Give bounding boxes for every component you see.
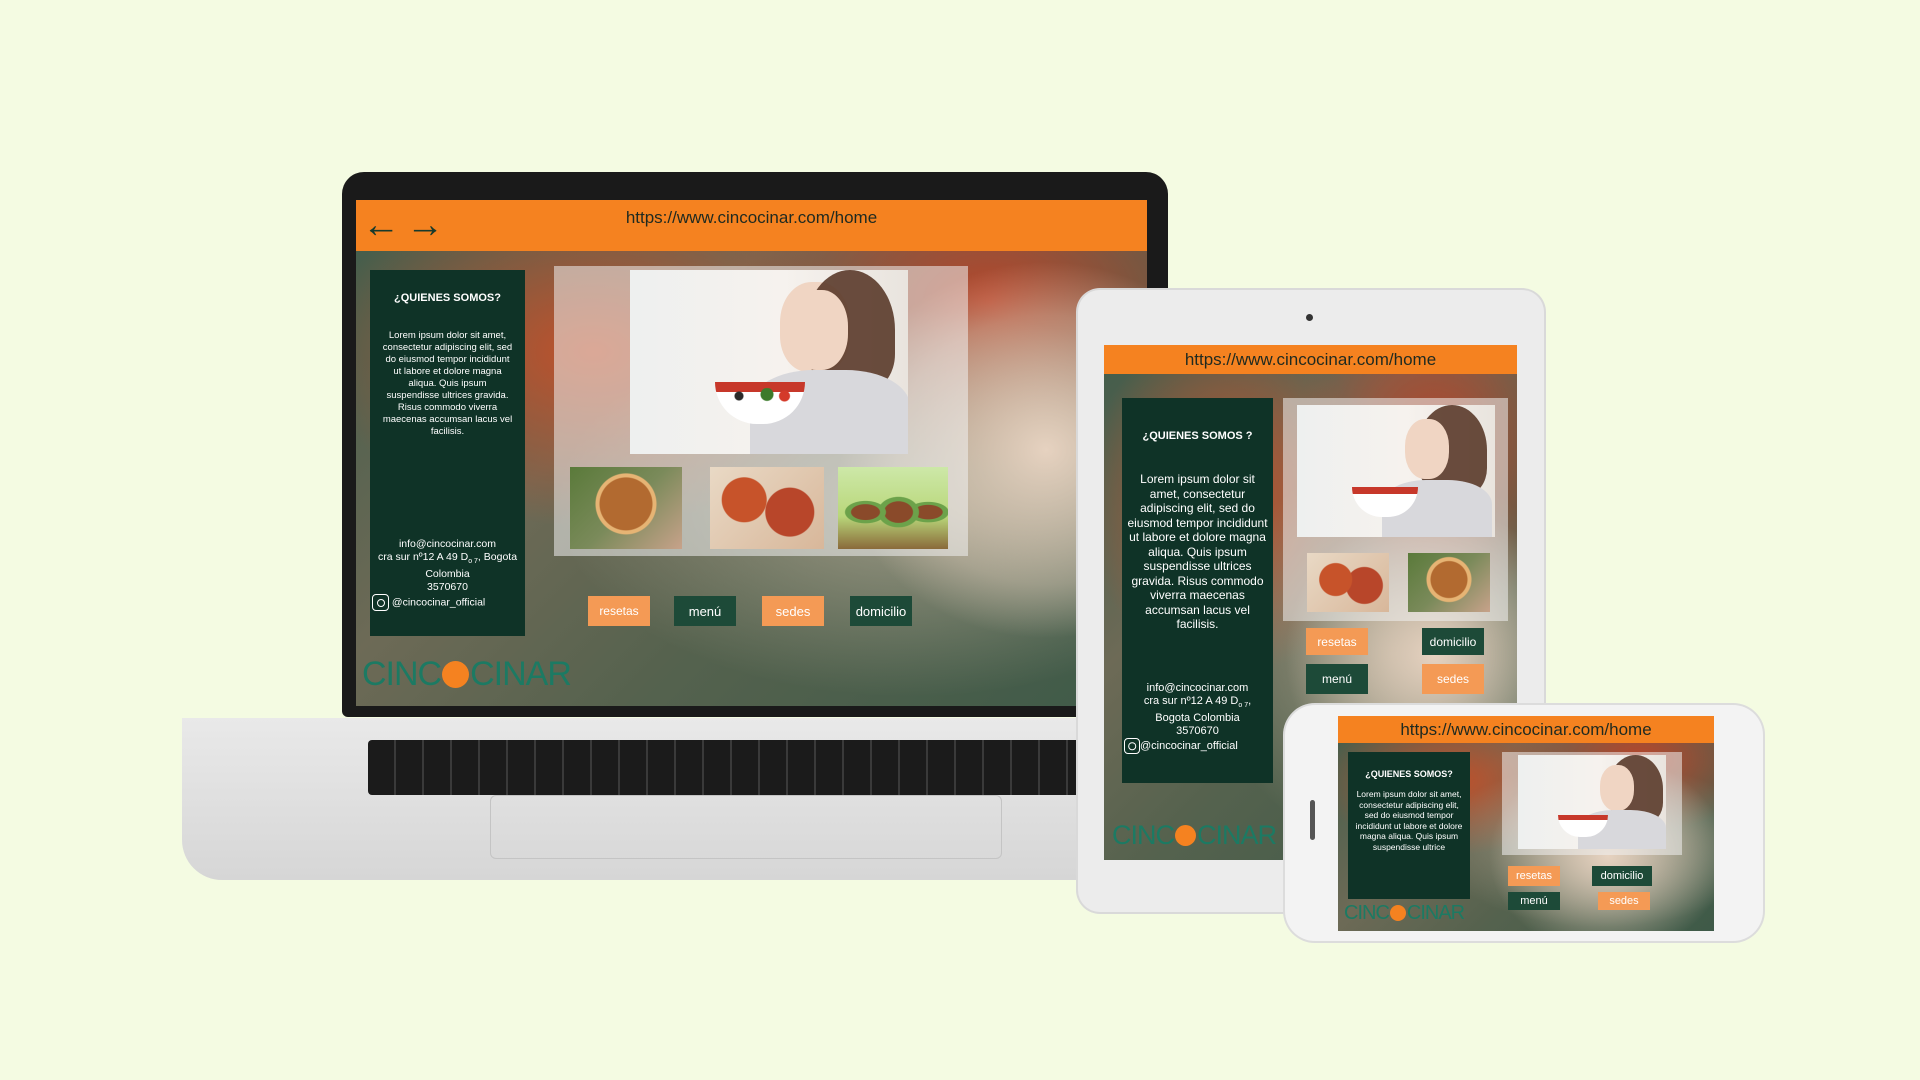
phone-url-bar[interactable]: https://www.cincocinar.com/home bbox=[1338, 716, 1714, 743]
resetas-button[interactable]: resetas bbox=[588, 596, 650, 626]
menu-button[interactable]: menú bbox=[1306, 664, 1368, 694]
contact-email: info@cincocinar.com bbox=[1146, 682, 1249, 694]
contact-instagram: @cincocinar_official bbox=[1122, 738, 1273, 755]
contact-address: cra sur nº12 A 49 Do 7, bbox=[1143, 695, 1252, 710]
about-panel: ¿QUIENES SOMOS? Lorem ipsum dolor sit am… bbox=[1348, 752, 1470, 899]
resetas-button[interactable]: resetas bbox=[1508, 866, 1560, 886]
url-text[interactable]: https://www.cincocinar.com/home bbox=[1400, 720, 1651, 739]
cincocinar-logo: CINC CINAR bbox=[1112, 819, 1277, 850]
instagram-icon bbox=[1124, 738, 1140, 755]
logo-o-icon bbox=[442, 660, 470, 688]
cincocinar-logo: CINC CINAR bbox=[362, 654, 572, 693]
menu-button[interactable]: menú bbox=[1508, 892, 1560, 910]
pizza-thumb bbox=[1307, 553, 1389, 612]
contact-city: Bogota Colombia bbox=[1155, 712, 1240, 725]
sedes-button[interactable]: sedes bbox=[762, 596, 824, 626]
menu-button[interactable]: menú bbox=[674, 596, 736, 626]
domicilio-button[interactable]: domicilio bbox=[1422, 628, 1484, 655]
about-title: ¿QUIENES SOMOS? bbox=[394, 292, 501, 304]
hero-photo bbox=[1297, 405, 1495, 537]
phone-speaker bbox=[1310, 800, 1315, 840]
contact-address: cra sur nº12 A 49 Do 7, Bogota Colombia bbox=[377, 551, 518, 581]
burger-thumb bbox=[1408, 553, 1490, 612]
about-text: Lorem ipsum dolor sit amet, consectetur … bbox=[1355, 789, 1463, 852]
laptop-url-bar[interactable]: ← → https://www.cincocinar.com/home bbox=[356, 200, 1147, 251]
hero-photo bbox=[1518, 755, 1666, 849]
contact-phone: 3570670 bbox=[427, 581, 468, 594]
contact-block: info@cincocinar.com cra sur nº12 A 49 Do… bbox=[1122, 682, 1273, 755]
tablet-url-bar[interactable]: https://www.cincocinar.com/home bbox=[1104, 345, 1517, 374]
about-title: ¿QUIENES SOMOS? bbox=[1365, 769, 1453, 779]
laptop-trackpad bbox=[490, 795, 1002, 859]
about-panel: ¿QUIENES SOMOS ? Lorem ipsum dolor sit a… bbox=[1122, 398, 1273, 783]
resetas-button[interactable]: resetas bbox=[1306, 628, 1368, 655]
about-panel: ¿QUIENES SOMOS? Lorem ipsum dolor sit am… bbox=[370, 270, 525, 636]
contact-phone: 3570670 bbox=[1176, 725, 1219, 738]
about-title: ¿QUIENES SOMOS ? bbox=[1142, 430, 1253, 442]
sedes-button[interactable]: sedes bbox=[1422, 664, 1484, 694]
contact-block: info@cincocinar.com cra sur nº12 A 49 Do… bbox=[370, 538, 525, 612]
laptop-keyboard bbox=[368, 740, 1098, 795]
domicilio-button[interactable]: domicilio bbox=[850, 596, 912, 626]
url-text[interactable]: https://www.cincocinar.com/home bbox=[356, 208, 1147, 228]
about-text: Lorem ipsum dolor sit amet, consectetur … bbox=[382, 330, 513, 437]
logo-o-icon bbox=[1175, 824, 1196, 846]
contact-instagram: @cincocinar_official bbox=[370, 594, 525, 612]
sliders-thumb bbox=[838, 467, 948, 549]
pizza-thumb bbox=[710, 467, 824, 549]
logo-o-icon bbox=[1389, 905, 1406, 921]
sedes-button[interactable]: sedes bbox=[1598, 892, 1650, 910]
domicilio-button[interactable]: domicilio bbox=[1592, 866, 1652, 886]
contact-email: info@cincocinar.com bbox=[398, 538, 497, 550]
burger-thumb bbox=[570, 467, 682, 549]
cincocinar-logo: CINC CINAR bbox=[1344, 901, 1465, 924]
instagram-icon bbox=[372, 594, 389, 612]
tablet-camera bbox=[1306, 314, 1313, 321]
url-text[interactable]: https://www.cincocinar.com/home bbox=[1185, 350, 1436, 369]
about-text: Lorem ipsum dolor sit amet, consectetur … bbox=[1127, 472, 1268, 631]
hero-photo bbox=[630, 270, 908, 454]
